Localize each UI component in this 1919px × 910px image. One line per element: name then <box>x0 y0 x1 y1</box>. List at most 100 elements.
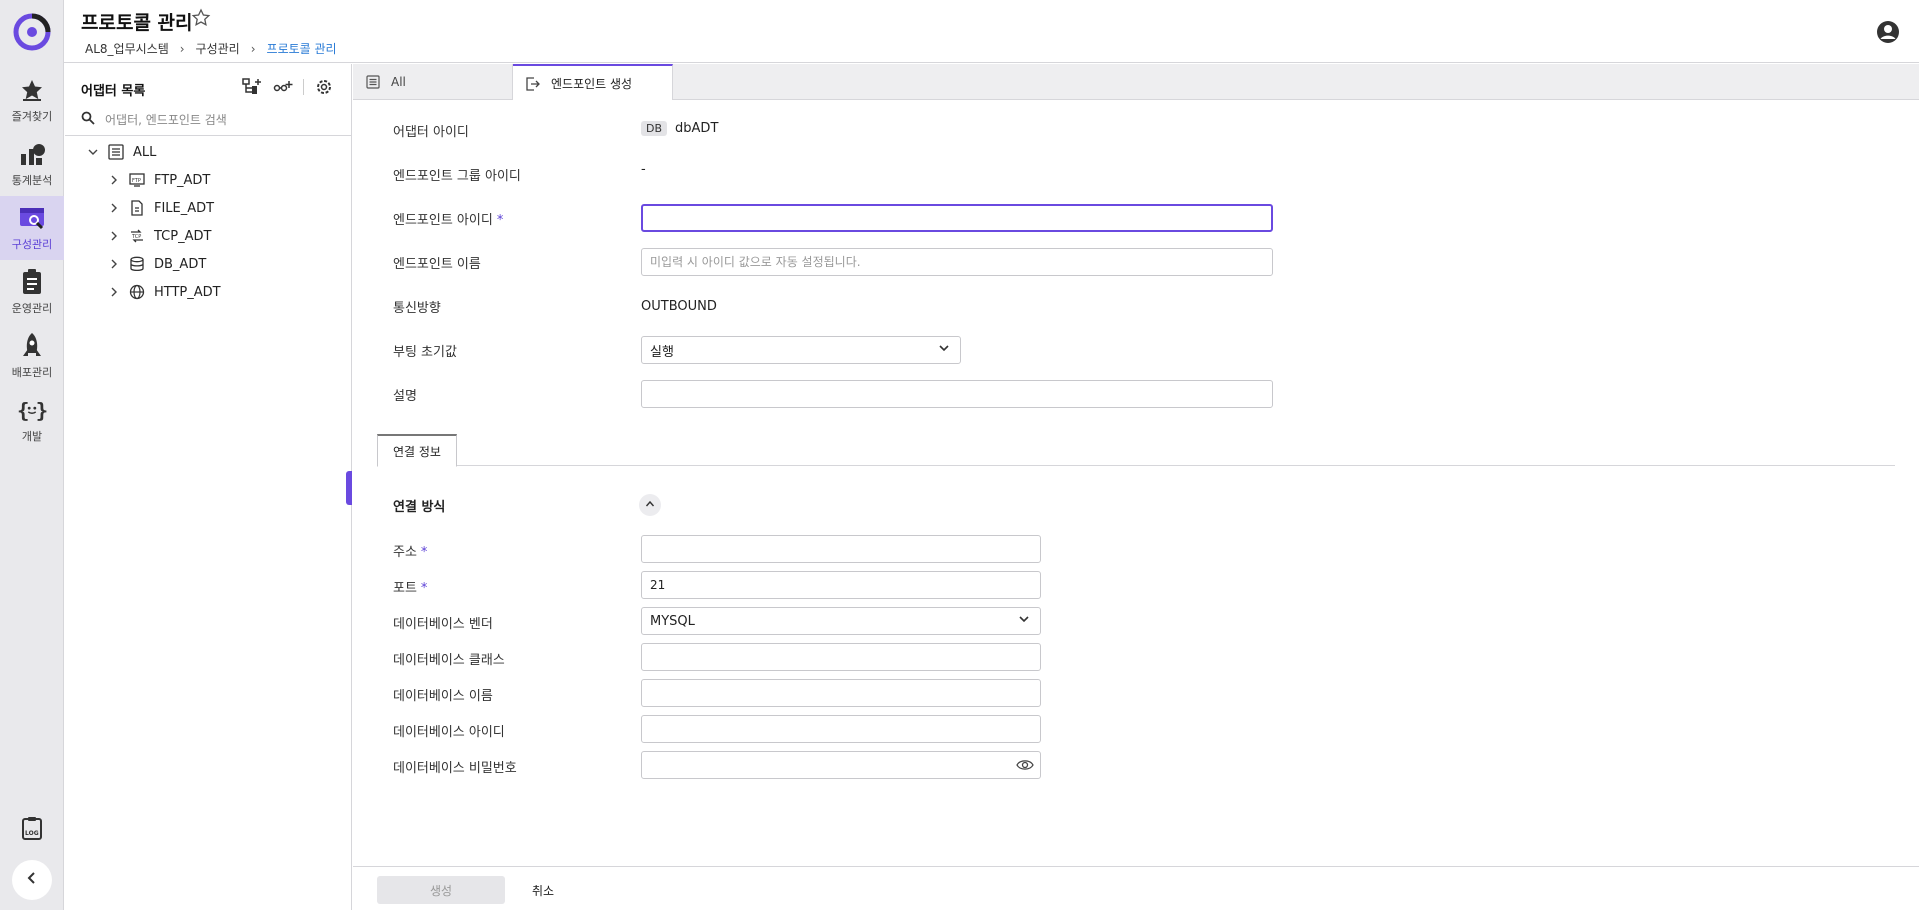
endpoint-name-label: 엔드포인트 이름 <box>393 257 481 272</box>
nav-item-label: 구성관리 <box>11 238 53 251</box>
db-class-input[interactable] <box>641 643 1041 671</box>
endpoint-form: 어댑터 아이디 DB dbADT 엔드포인트 그룹 아이디 - 엔드포인트 아이디… <box>353 100 1919 866</box>
chevron-right-icon[interactable] <box>106 228 122 244</box>
collapse-nav-button[interactable] <box>12 860 52 900</box>
adapter-id-text: dbADT <box>675 121 719 136</box>
db-password-label: 데이터베이스 비밀번호 <box>393 761 517 776</box>
nav-item-operations[interactable]: 운영관리 <box>0 260 64 324</box>
db-name-input[interactable] <box>641 679 1041 707</box>
nav-item-config[interactable]: 구성관리 <box>0 196 64 260</box>
boot-select[interactable]: 실행 <box>641 336 961 364</box>
chevron-right-icon[interactable] <box>106 172 122 188</box>
adapter-id-value: DB dbADT <box>641 121 718 136</box>
direction-label: 통신방향 <box>393 301 441 316</box>
tree-node-file[interactable]: FILE_ADT <box>65 194 351 222</box>
endpoint-id-label-text: 엔드포인트 아이디 <box>393 213 493 228</box>
tree-structure-icon[interactable] <box>241 76 263 98</box>
boot-select-value: 실행 <box>650 344 674 360</box>
tab-connection-info[interactable]: 연결 정보 <box>377 434 457 467</box>
chevron-down-icon <box>1018 613 1030 629</box>
add-node-icon[interactable] <box>272 76 294 98</box>
panel-resize-handle[interactable] <box>346 471 352 505</box>
create-button[interactable]: 생성 <box>377 876 505 904</box>
tree-node-label: FILE_ADT <box>154 200 215 216</box>
nav-item-label: 통계분석 <box>11 174 53 187</box>
nav-item-dev[interactable]: {} 개발 <box>0 388 64 452</box>
section-collapse-button[interactable] <box>639 494 661 516</box>
chevron-right-icon[interactable] <box>106 284 122 300</box>
address-label: 주소 * <box>393 541 427 560</box>
chevron-right-icon: › <box>250 41 256 56</box>
breadcrumb-item[interactable]: 구성관리 <box>196 40 240 57</box>
tab-all[interactable]: All <box>353 64 513 100</box>
tcp-icon: TCP <box>128 227 146 245</box>
db-id-input[interactable] <box>641 715 1041 743</box>
chevron-right-icon: › <box>179 41 185 56</box>
user-account-icon[interactable] <box>1875 19 1901 45</box>
endpoint-id-input[interactable] <box>641 204 1273 232</box>
direction-value: OUTBOUND <box>641 299 717 314</box>
port-input[interactable] <box>641 571 1041 599</box>
tab-label: All <box>391 75 406 89</box>
nav-item-statistics[interactable]: 통계분석 <box>0 132 64 196</box>
svg-text:}: } <box>36 399 47 423</box>
db-password-input[interactable] <box>641 751 1041 779</box>
code-braces-icon: {} <box>17 396 47 424</box>
tree-node-http[interactable]: HTTP_ADT <box>65 278 351 306</box>
log-icon[interactable]: LOG <box>20 817 44 841</box>
sub-tab-bar: 연결 정보 <box>377 434 1895 467</box>
rocket-icon <box>17 332 47 360</box>
group-id-label: 엔드포인트 그룹 아이디 <box>393 169 521 184</box>
config-icon <box>17 204 47 232</box>
address-input[interactable] <box>641 535 1041 563</box>
tab-create-endpoint[interactable]: 엔드포인트 생성 <box>513 64 673 101</box>
tab-label: 엔드포인트 생성 <box>551 77 633 91</box>
chevron-right-icon[interactable] <box>106 200 122 216</box>
list-icon <box>107 143 125 161</box>
tab-bar: All 엔드포인트 생성 <box>353 64 1919 101</box>
required-mark: * <box>420 581 428 596</box>
chevron-right-icon[interactable] <box>106 256 122 272</box>
nav-item-label: 운영관리 <box>11 302 53 315</box>
toolbar-divider <box>303 79 304 95</box>
connection-section-title: 연결 방식 <box>393 500 446 515</box>
vendor-select[interactable]: MYSQL <box>641 607 1041 635</box>
cancel-button[interactable]: 취소 <box>519 876 567 904</box>
eye-icon[interactable] <box>1016 756 1034 774</box>
globe-icon <box>128 283 146 301</box>
tree-node-all[interactable]: ALL <box>65 138 351 166</box>
ftp-icon: FTP <box>128 171 146 189</box>
breadcrumb-item[interactable]: AL8_업무시스템 <box>85 40 169 57</box>
adapter-id-label: 어댑터 아이디 <box>393 125 469 140</box>
tree-node-label: FTP_ADT <box>154 172 211 188</box>
adapter-search-input[interactable] <box>105 112 335 127</box>
desc-input[interactable] <box>641 380 1273 408</box>
required-mark: * <box>496 213 504 228</box>
vendor-label: 데이터베이스 벤더 <box>393 617 493 632</box>
svg-text:TCP: TCP <box>131 234 141 240</box>
port-label-text: 포트 <box>393 581 417 596</box>
svg-text:LOG: LOG <box>25 830 39 837</box>
nav-item-favorites[interactable]: 즐겨찾기 <box>0 68 64 132</box>
chevron-down-icon[interactable] <box>85 144 101 160</box>
endpoint-id-label: 엔드포인트 아이디 * <box>393 209 503 228</box>
tree-node-tcp[interactable]: TCP TCP_ADT <box>65 222 351 250</box>
gear-icon[interactable] <box>313 76 335 98</box>
file-icon <box>128 199 146 217</box>
favorite-star-icon[interactable] <box>191 8 211 28</box>
app-logo[interactable] <box>12 12 52 52</box>
breadcrumb-current[interactable]: 프로토콜 관리 <box>267 40 337 57</box>
tree-node-ftp[interactable]: FTP FTP_ADT <box>65 166 351 194</box>
page-header: 프로토콜 관리 AL8_업무시스템 › 구성관리 › 프로토콜 관리 <box>64 0 1919 63</box>
adapter-panel-title: 어댑터 목록 <box>81 84 146 99</box>
form-footer: 생성 취소 <box>353 866 1919 910</box>
required-mark: * <box>420 545 428 560</box>
adapter-search <box>65 104 351 136</box>
nav-item-deploy[interactable]: 배포관리 <box>0 324 64 388</box>
adapter-toolbar <box>241 76 344 98</box>
tree-node-db[interactable]: DB_ADT <box>65 250 351 278</box>
database-icon <box>128 255 146 273</box>
page-title: 프로토콜 관리 <box>81 12 193 34</box>
endpoint-name-input[interactable] <box>641 248 1273 276</box>
star-icon <box>17 76 47 104</box>
